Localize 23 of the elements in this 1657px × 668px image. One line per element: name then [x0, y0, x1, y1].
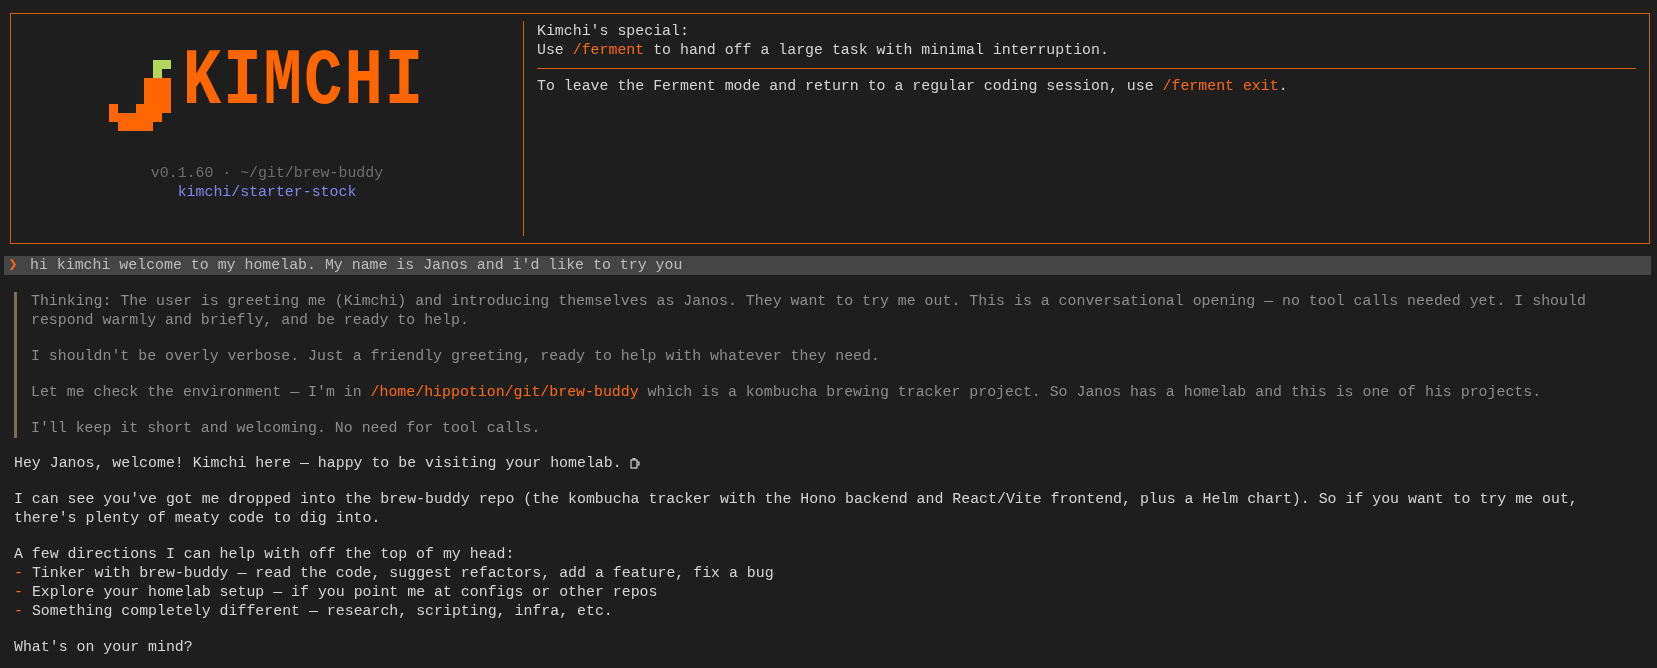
response-paragraph: What's on your mind? [14, 638, 193, 657]
bullet-marker: - [14, 602, 23, 621]
special-title: Kimchi's special: [537, 22, 690, 41]
thinking-paragraph: Thinking: The user is greeting me (Kimchi) and introducing themselves as Janos. They want to try me out. This is a conversational opening — no tool calls needed yet. I should respond warmly and briefly, and be ready to help. [31, 292, 1587, 330]
response-paragraph: Hey Janos, welcome! Kimchi here — happy to be visiting your homelab. [14, 454, 622, 473]
version-path: v0.1.60 · ~/git/brew-buddy [150, 164, 384, 183]
exit-tip: To leave the Ferment mode and return to a regular coding session, use /ferment exit. [537, 77, 1289, 96]
thinking-paragraph: I shouldn't be overly verbose. Just a friendly greeting, ready to help with whatever they need. [31, 347, 881, 366]
list-item: Explore your homelab setup — if you point me at configs or other repos [31, 583, 658, 602]
special-tip: Use /ferment to hand off a large task with minimal interruption. [537, 41, 1110, 60]
list-item: Something completely different — research, scripting, infra, etc. [31, 602, 613, 621]
response-paragraph: I can see you've got me dropped into the brew-buddy repo (the kombucha tracker with the Hono backend and React/Vite frontend, plus a Helm chart). So if you want to try me out, there's plenty of meaty code to dig into. [14, 490, 1579, 528]
list-item: Tinker with brew-buddy — read the code, suggest refactors, add a feature, fix a bug [31, 564, 774, 583]
prompt-marker: ❯ [7, 256, 19, 275]
response-paragraph: A few directions I can help with off the top of my head: [14, 545, 516, 564]
logo-wordmark: KIMCHI [182, 42, 426, 122]
thinking-paragraph: Let me check the environment — I'm in /home/hippotion/git/brew-buddy which is a kombucha brewing tracker project. So Janos has a homelab and this is one of his projects. [31, 383, 1543, 402]
bullet-marker: - [14, 564, 23, 583]
model-name: kimchi/starter-stock [177, 183, 357, 202]
bullet-marker: - [14, 583, 23, 602]
prompt-text: hi kimchi welcome to my homelab. My name is Janos and i'd like to try you [30, 256, 683, 275]
chili-pepper-icon [108, 60, 171, 131]
thinking-paragraph: I'll keep it short and welcoming. No need for tool calls. [31, 419, 542, 438]
